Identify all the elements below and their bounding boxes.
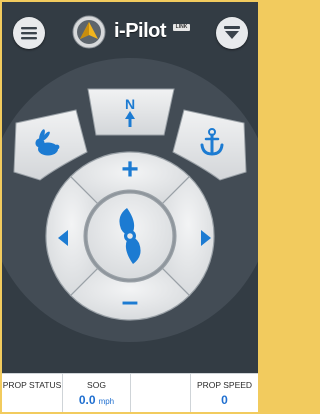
- status-bar: PROP STATUS SOG 0.0 mph PROP SPEED 0: [2, 373, 258, 412]
- prop-speed-cell: PROP SPEED 0: [190, 374, 258, 412]
- sog-value: 0.0: [78, 393, 96, 407]
- blank-cell: [130, 374, 190, 412]
- minus-label: –: [122, 285, 139, 318]
- north-label: N: [125, 96, 135, 112]
- prop-status-cell: PROP STATUS: [2, 374, 62, 412]
- prop-speed-value: 0: [221, 393, 228, 407]
- control-pad: N + –: [2, 58, 258, 342]
- sog-unit: mph: [98, 397, 115, 406]
- plus-label: +: [121, 153, 139, 186]
- sog-label: SOG: [87, 380, 106, 390]
- prop-status-label: PROP STATUS: [2, 380, 62, 390]
- app-frame: i-Pilot LINK N + – PROP STATUS SOG 0.0 m…: [2, 2, 258, 412]
- sog-cell: SOG 0.0 mph: [62, 374, 130, 412]
- prop-speed-label: PROP SPEED: [196, 380, 253, 390]
- sog-readout: 0.0 mph: [63, 393, 130, 407]
